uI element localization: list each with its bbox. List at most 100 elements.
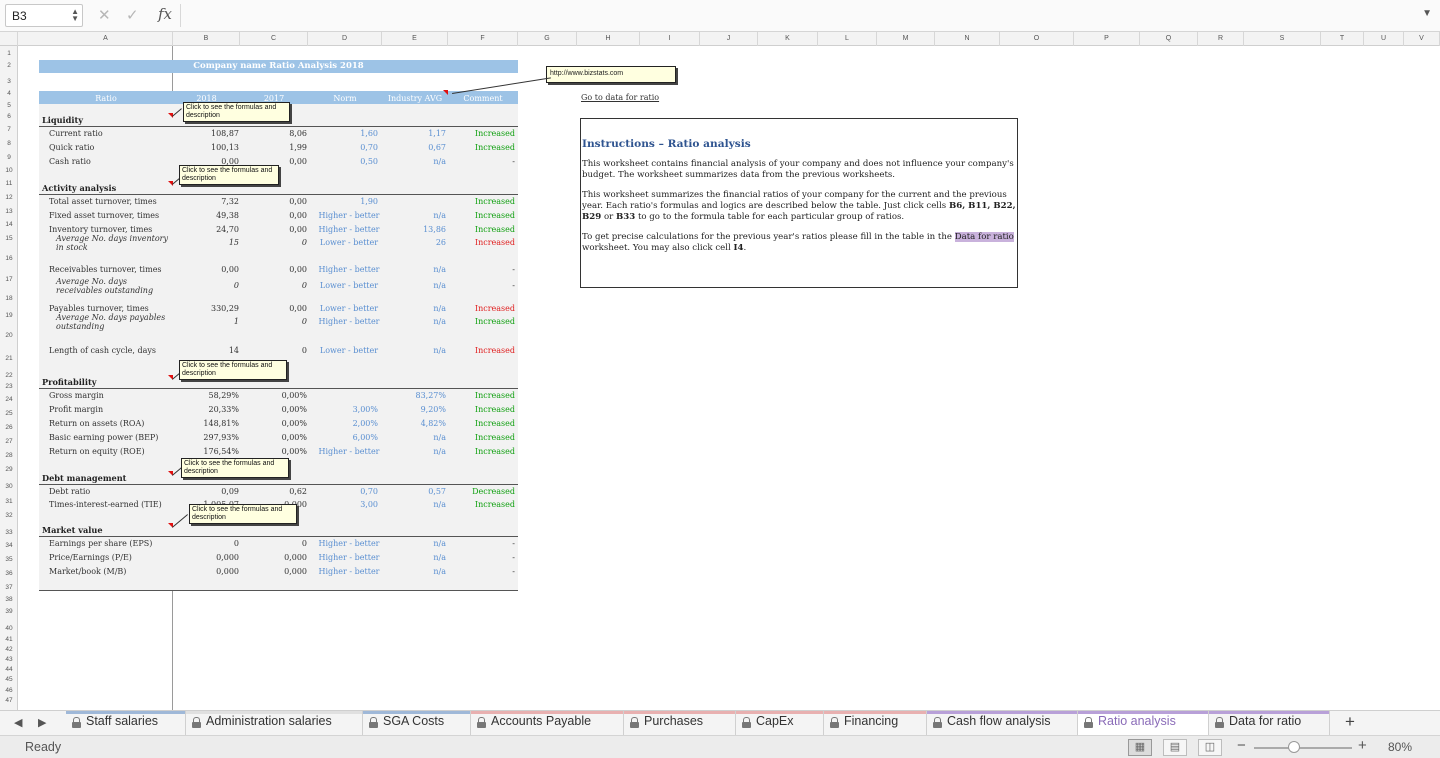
value-2018[interactable]: 24,70: [173, 225, 239, 234]
industry-value[interactable]: n/a: [382, 265, 446, 274]
tab-data-for-ratio[interactable]: Data for ratio: [1209, 711, 1330, 735]
ratio-label[interactable]: Length of cash cycle, days: [49, 346, 156, 355]
row-header[interactable]: 44: [0, 666, 18, 673]
comment-value[interactable]: Increased: [448, 447, 515, 456]
norm-value[interactable]: 3,00%: [308, 405, 378, 414]
column-header-c[interactable]: C: [240, 32, 308, 46]
value-2017[interactable]: 0,00%: [240, 419, 307, 428]
row-header[interactable]: 27: [0, 438, 18, 445]
value-2017[interactable]: 0,000: [240, 567, 307, 576]
norm-value[interactable]: 1,90: [308, 197, 378, 206]
ratio-label[interactable]: Gross margin: [49, 391, 104, 400]
comment-value[interactable]: Increased: [448, 304, 515, 313]
column-header-l[interactable]: L: [818, 32, 877, 46]
industry-value[interactable]: 1,17: [382, 129, 446, 138]
row-header[interactable]: 33: [0, 529, 18, 536]
value-2017[interactable]: 0,00%: [240, 391, 307, 400]
norm-value[interactable]: 0,70: [308, 143, 378, 152]
row-header[interactable]: 2: [0, 62, 18, 69]
next-sheet-icon[interactable]: ▶: [38, 716, 46, 729]
row-header[interactable]: 46: [0, 687, 18, 694]
ratio-label[interactable]: Receivables turnover, times: [49, 265, 162, 274]
row-header[interactable]: 24: [0, 396, 18, 403]
value-2018[interactable]: 7,32: [173, 197, 239, 206]
norm-value[interactable]: 0,50: [308, 157, 378, 166]
comment-value[interactable]: Increased: [448, 500, 515, 509]
tab-accounts-payable[interactable]: Accounts Payable: [471, 711, 624, 735]
name-box-stepper-icon[interactable]: ▲ ▼: [71, 8, 79, 23]
check-icon[interactable]: ✓: [126, 6, 139, 24]
value-2018[interactable]: 176,54%: [173, 447, 239, 456]
column-header-k[interactable]: K: [758, 32, 818, 46]
norm-value[interactable]: 3,00: [308, 500, 378, 509]
comment-value[interactable]: Increased: [448, 143, 515, 152]
zoom-slider-handle[interactable]: [1288, 741, 1300, 753]
normal-view-icon[interactable]: ▦: [1128, 739, 1152, 756]
row-header[interactable]: 15: [0, 235, 18, 242]
tab-financing[interactable]: Financing: [824, 711, 927, 735]
row-header[interactable]: 19: [0, 312, 18, 319]
row-header[interactable]: 30: [0, 483, 18, 490]
value-2018[interactable]: 108,87: [173, 129, 239, 138]
column-header-r[interactable]: R: [1198, 32, 1244, 46]
row-header[interactable]: 10: [0, 167, 18, 174]
value-2017[interactable]: 0: [240, 238, 307, 247]
value-2018[interactable]: 1: [173, 317, 239, 326]
section-liquidity[interactable]: Liquidity: [42, 116, 83, 125]
row-header[interactable]: 9: [0, 154, 18, 161]
row-header[interactable]: 14: [0, 221, 18, 228]
tab-ratio-analysis[interactable]: Ratio analysis: [1078, 711, 1209, 735]
chevron-down-icon[interactable]: ▼: [1422, 8, 1432, 19]
ratio-label[interactable]: Market/book (M/B): [49, 567, 126, 576]
norm-value[interactable]: Higher - better: [308, 553, 390, 562]
comment-value[interactable]: -: [448, 157, 515, 166]
name-box[interactable]: B3 ▲ ▼: [5, 4, 83, 27]
section-debt[interactable]: Debt management: [42, 474, 126, 483]
norm-value[interactable]: Lower - better: [308, 281, 390, 290]
column-header-t[interactable]: T: [1321, 32, 1364, 46]
ratio-label[interactable]: Fixed asset turnover, times: [49, 211, 159, 220]
value-2018[interactable]: 148,81%: [173, 419, 239, 428]
row-header[interactable]: 16: [0, 255, 18, 262]
ratio-label[interactable]: Debt ratio: [49, 487, 90, 496]
industry-value[interactable]: 26: [382, 238, 446, 247]
industry-value[interactable]: 13,86: [382, 225, 446, 234]
norm-value[interactable]: 0,70: [308, 487, 378, 496]
ratio-label[interactable]: Price/Earnings (P/E): [49, 553, 132, 562]
value-2017[interactable]: 0: [240, 346, 307, 355]
row-header[interactable]: 20: [0, 332, 18, 339]
column-header-o[interactable]: O: [1000, 32, 1074, 46]
value-2017[interactable]: 0: [240, 317, 307, 326]
comment-value[interactable]: Increased: [448, 129, 515, 138]
row-header[interactable]: 39: [0, 608, 18, 615]
industry-value[interactable]: 0,67: [382, 143, 446, 152]
comment-value[interactable]: Increased: [448, 346, 515, 355]
industry-value[interactable]: n/a: [382, 539, 446, 548]
ratio-label[interactable]: Payables turnover, times: [49, 304, 149, 313]
row-header[interactable]: 35: [0, 556, 18, 563]
formula-tooltip[interactable]: Click to see the formulas and descriptio…: [179, 360, 287, 380]
row-header[interactable]: 12: [0, 194, 18, 201]
value-2018[interactable]: 0: [173, 539, 239, 548]
section-profitability[interactable]: Profitability: [42, 378, 97, 387]
row-header[interactable]: 26: [0, 424, 18, 431]
tab-cash-flow-analysis[interactable]: Cash flow analysis: [927, 711, 1078, 735]
page-layout-icon[interactable]: ▤: [1163, 739, 1187, 756]
value-2018[interactable]: 297,93%: [173, 433, 239, 442]
ratio-label[interactable]: Cash ratio: [49, 157, 91, 166]
row-header[interactable]: 3: [0, 78, 18, 85]
row-header[interactable]: 47: [0, 697, 18, 704]
value-2018[interactable]: 0,00: [173, 265, 239, 274]
row-header[interactable]: 22: [0, 372, 18, 379]
column-header-h[interactable]: H: [577, 32, 640, 46]
norm-value[interactable]: Higher - better: [308, 539, 390, 548]
value-2017[interactable]: 1,99: [240, 143, 307, 152]
industry-value[interactable]: n/a: [382, 567, 446, 576]
industry-value[interactable]: 4,82%: [382, 419, 446, 428]
zoom-slider[interactable]: [1254, 747, 1352, 749]
row-header[interactable]: 37: [0, 584, 18, 591]
value-2017[interactable]: 0,00: [240, 265, 307, 274]
ratio-label[interactable]: Current ratio: [49, 129, 103, 138]
industry-value[interactable]: n/a: [382, 447, 446, 456]
comment-value[interactable]: Increased: [448, 433, 515, 442]
